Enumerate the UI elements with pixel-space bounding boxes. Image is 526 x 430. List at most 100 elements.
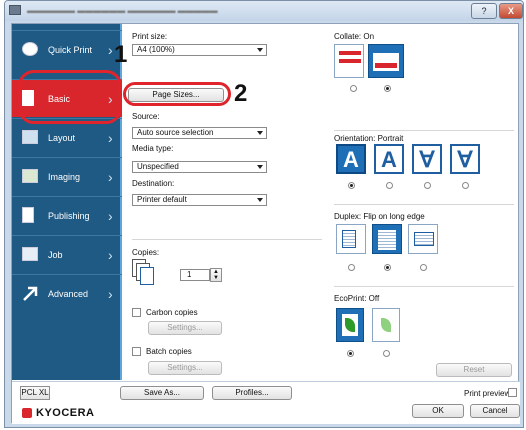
title-bar: ▬▬▬▬▬▬ ▬▬▬▬▬▬ ▬▬▬▬▬▬ ▬▬▬▬▬ ? X — [5, 1, 523, 21]
collate-off-radio[interactable] — [350, 85, 357, 92]
save-as-button[interactable]: Save As... — [120, 386, 204, 400]
advanced-icon — [22, 286, 38, 301]
ecoprint-on-tile[interactable] — [372, 308, 400, 342]
batch-copies-label: Batch copies — [146, 347, 192, 356]
cancel-button[interactable]: Cancel — [470, 404, 520, 418]
duplex-short-edge-radio[interactable] — [420, 264, 427, 271]
close-button[interactable]: X — [499, 3, 523, 19]
orientation-label: Orientation: Portrait — [334, 134, 404, 143]
copies-label: Copies: — [132, 248, 160, 257]
ecoprint-label: EcoPrint: Off — [334, 294, 380, 303]
chevron-right-icon: › — [108, 130, 113, 146]
printer-app-icon — [9, 5, 21, 15]
callout-number-1: 1 — [114, 41, 128, 68]
copies-icon — [132, 259, 158, 289]
sidebar-item-label: Job — [48, 250, 63, 260]
dialog-content: Quick Print › Basic › Layout › Imaging ›… — [11, 23, 520, 424]
orientation-rotated-landscape-radio[interactable] — [462, 182, 469, 189]
collate-label: Collate: On — [334, 32, 375, 41]
orientation-rotated-portrait-tile[interactable]: ∀ — [412, 144, 442, 174]
job-icon — [22, 247, 38, 261]
chevron-right-icon: › — [108, 42, 113, 58]
callout-ring-page-sizes — [123, 82, 231, 106]
print-size-label: Print size: — [132, 32, 168, 41]
ecoprint-off-tile[interactable] — [336, 308, 364, 342]
callout-ring-basic — [18, 70, 122, 124]
media-type-select[interactable]: Unspecified — [132, 161, 267, 173]
source-label: Source: — [132, 112, 160, 121]
duplex-label: Duplex: Flip on long edge — [334, 212, 425, 221]
callout-number-2: 2 — [234, 80, 248, 107]
collate-on-radio[interactable] — [384, 85, 391, 92]
kyocera-mark-icon — [22, 408, 32, 418]
quick-print-icon — [22, 42, 38, 56]
reset-button[interactable]: Reset — [436, 363, 512, 377]
copies-stepper[interactable]: ▲ ▼ — [210, 268, 222, 282]
dropdown-arrow-icon — [257, 165, 263, 169]
publishing-icon — [22, 207, 34, 223]
duplex-off-radio[interactable] — [348, 264, 355, 271]
print-preview-checkbox[interactable] — [508, 388, 517, 397]
orientation-rotated-portrait-radio[interactable] — [424, 182, 431, 189]
sidebar-item-advanced[interactable]: Advanced › — [12, 274, 122, 312]
duplex-off-tile[interactable] — [336, 224, 366, 254]
batch-settings-button[interactable]: Settings... — [148, 361, 222, 375]
ecoprint-off-radio[interactable] — [347, 350, 354, 357]
orientation-rotated-landscape-tile[interactable]: ∀ — [450, 144, 480, 174]
orientation-portrait-tile[interactable]: A — [336, 144, 366, 174]
destination-value: Printer default — [137, 195, 187, 204]
destination-label: Destination: — [132, 179, 175, 188]
chevron-right-icon: › — [108, 247, 113, 263]
sidebar-item-job[interactable]: Job › — [12, 235, 122, 273]
orientation-portrait-radio[interactable] — [348, 182, 355, 189]
orientation-landscape-radio[interactable] — [386, 182, 393, 189]
sidebar-item-label: Advanced — [48, 289, 89, 299]
sidebar-item-imaging[interactable]: Imaging › — [12, 157, 122, 195]
dropdown-arrow-icon — [257, 198, 263, 202]
duplex-long-edge-radio[interactable] — [384, 264, 391, 271]
orientation-landscape-tile[interactable]: A — [374, 144, 404, 174]
profiles-button[interactable]: Profiles... — [212, 386, 292, 400]
source-value: Auto source selection — [137, 128, 214, 137]
chevron-right-icon: › — [108, 208, 113, 224]
brand-text: KYOCERA — [36, 407, 95, 419]
ok-button[interactable]: OK — [412, 404, 464, 418]
imaging-icon — [22, 169, 38, 183]
layout-icon — [22, 130, 38, 144]
carbon-settings-button[interactable]: Settings... — [148, 321, 222, 335]
print-preferences-window: ▬▬▬▬▬▬ ▬▬▬▬▬▬ ▬▬▬▬▬▬ ▬▬▬▬▬ ? X Quick Pri… — [4, 0, 524, 428]
carbon-copies-checkbox[interactable] — [132, 308, 141, 317]
dropdown-arrow-icon — [257, 131, 263, 135]
divider — [334, 204, 514, 205]
footer: PCL XL Save As... Profiles... Print prev… — [12, 382, 520, 424]
destination-select[interactable]: Printer default — [132, 194, 267, 206]
duplex-short-edge-tile[interactable] — [408, 224, 438, 254]
dropdown-arrow-icon — [257, 48, 263, 52]
print-preview-label: Print preview — [464, 389, 511, 398]
source-select[interactable]: Auto source selection — [132, 127, 267, 139]
media-type-value: Unspecified — [137, 162, 179, 171]
collate-off-tile[interactable] — [334, 44, 364, 78]
copies-input[interactable]: 1 — [180, 269, 210, 281]
help-button[interactable]: ? — [471, 3, 497, 19]
sidebar-item-publishing[interactable]: Publishing › — [12, 196, 122, 234]
sidebar-item-label: Quick Print — [48, 45, 93, 55]
carbon-copies-label: Carbon copies — [146, 308, 198, 317]
pcl-xl-button[interactable]: PCL XL — [20, 386, 50, 400]
kyocera-logo: KYOCERA — [22, 406, 102, 420]
chevron-right-icon: › — [108, 286, 113, 302]
sidebar-item-label: Imaging — [48, 172, 81, 182]
divider — [334, 286, 514, 287]
ecoprint-on-radio[interactable] — [383, 350, 390, 357]
collate-on-tile[interactable] — [368, 44, 404, 78]
sidebar-item-label: Layout — [48, 133, 76, 143]
sidebar-item-label: Publishing — [48, 211, 90, 221]
window-title: ▬▬▬▬▬▬ ▬▬▬▬▬▬ ▬▬▬▬▬▬ ▬▬▬▬▬ — [27, 6, 218, 15]
divider — [132, 239, 322, 240]
media-type-label: Media type: — [132, 144, 174, 153]
print-size-select[interactable]: A4 (100%) — [132, 44, 267, 56]
duplex-long-edge-tile[interactable] — [372, 224, 402, 254]
divider — [334, 130, 514, 131]
sidebar-item-quick-print[interactable]: Quick Print › — [12, 30, 122, 68]
batch-copies-checkbox[interactable] — [132, 347, 141, 356]
